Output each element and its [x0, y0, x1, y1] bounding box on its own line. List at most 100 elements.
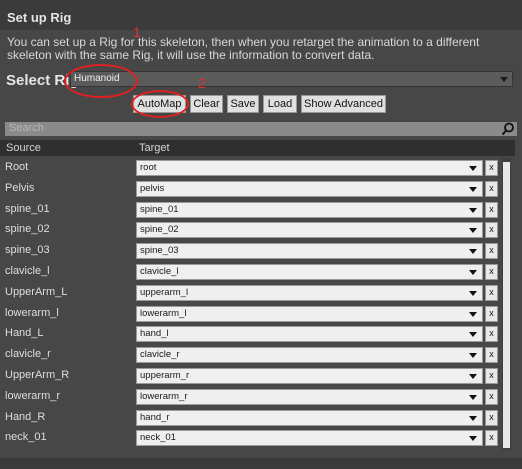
clear-mapping-button[interactable]: x	[485, 180, 498, 197]
clear-button[interactable]: Clear	[190, 95, 223, 113]
chevron-down-icon	[469, 270, 477, 275]
target-bone-dropdown[interactable]: spine_02	[136, 222, 483, 239]
clear-mapping-button[interactable]: x	[485, 305, 498, 322]
clear-mapping-button[interactable]: x	[485, 326, 498, 343]
panel-footer	[0, 458, 522, 469]
column-header: Source Target	[0, 140, 515, 156]
target-bone-dropdown[interactable]: hand_r	[136, 409, 483, 426]
source-column-header: Source	[6, 142, 41, 154]
source-bone-label: UpperArm_L	[5, 285, 68, 298]
panel-header: Set up Rig	[0, 0, 522, 30]
target-bone-value: clavicle_r	[140, 349, 180, 361]
table-row: Hand_R hand_r x	[0, 408, 522, 428]
target-bone-dropdown[interactable]: lowerarm_l	[136, 305, 483, 322]
clear-mapping-button[interactable]: x	[485, 409, 498, 426]
target-bone-value: neck_01	[140, 432, 176, 444]
clear-mapping-button[interactable]: x	[485, 264, 498, 280]
clear-mapping-button[interactable]: x	[485, 201, 498, 218]
load-button[interactable]: Load	[263, 95, 297, 113]
panel-description: You can set up a Rig for this skeleton, …	[7, 35, 480, 62]
target-bone-dropdown[interactable]: upperarm_r	[136, 368, 483, 384]
clear-mapping-button[interactable]: x	[485, 284, 498, 301]
source-bone-label: UpperArm_R	[5, 369, 70, 381]
chevron-down-icon	[469, 311, 477, 317]
table-row: UpperArm_R upperarm_r x	[0, 366, 522, 386]
clear-mapping-button[interactable]: x	[485, 222, 498, 239]
source-bone-label: Pelvis	[5, 181, 35, 194]
annotation-circle-2	[131, 90, 189, 118]
panel-title: Set up Rig	[7, 10, 72, 25]
chevron-down-icon	[469, 436, 477, 442]
target-bone-dropdown[interactable]: root	[136, 160, 483, 176]
chevron-down-icon	[500, 77, 508, 82]
target-bone-dropdown[interactable]: pelvis	[136, 180, 483, 197]
target-bone-value: spine_01	[140, 203, 179, 215]
chevron-down-icon	[469, 186, 477, 192]
annotation-label-1: 1	[133, 24, 141, 40]
chevron-down-icon	[469, 415, 477, 421]
show-advanced-button[interactable]: Show Advanced	[301, 95, 386, 113]
table-row: spine_01 spine_01 x	[0, 200, 522, 220]
source-bone-label: neck_01	[5, 431, 47, 444]
chevron-down-icon	[469, 374, 477, 379]
clear-mapping-button[interactable]: x	[485, 368, 498, 384]
chevron-down-icon	[469, 166, 477, 171]
chevron-down-icon	[469, 290, 477, 296]
table-row: Root root x	[0, 158, 522, 178]
source-bone-label: spine_01	[5, 202, 50, 215]
target-bone-value: hand_l	[140, 328, 169, 340]
target-bone-value: upperarm_r	[140, 370, 190, 381]
table-row: spine_03 spine_03 x	[0, 241, 522, 261]
table-row: neck_01 neck_01 x	[0, 428, 522, 448]
source-bone-label: lowerarm_l	[5, 306, 59, 319]
target-bone-value: lowerarm_l	[140, 307, 187, 319]
target-bone-value: lowerarm_r	[140, 390, 188, 402]
target-bone-value: spine_02	[140, 224, 179, 236]
clear-mapping-button[interactable]: x	[485, 160, 498, 176]
target-bone-dropdown[interactable]: hand_l	[136, 326, 483, 343]
chevron-down-icon	[469, 207, 477, 213]
clear-mapping-button[interactable]: x	[485, 243, 498, 260]
chevron-down-icon	[469, 332, 477, 338]
source-bone-label: Hand_L	[5, 327, 44, 340]
chevron-down-icon	[469, 249, 477, 255]
chevron-down-icon	[469, 353, 477, 359]
clear-mapping-button[interactable]: x	[485, 430, 498, 447]
save-button[interactable]: Save	[227, 95, 259, 113]
chevron-down-icon	[469, 228, 477, 234]
annotation-label-2: 2	[198, 75, 206, 91]
source-bone-label: spine_03	[5, 244, 50, 257]
clear-mapping-button[interactable]: x	[485, 388, 498, 405]
target-bone-dropdown[interactable]: clavicle_l	[136, 264, 483, 280]
scrollbar-thumb[interactable]	[503, 162, 510, 448]
target-bone-value: spine_03	[140, 245, 179, 257]
table-row: spine_02 spine_02 x	[0, 220, 522, 240]
source-bone-label: clavicle_l	[5, 265, 50, 277]
mapping-list: Root root x Pelvis pelvis x spine_01 spine_01 x s…	[0, 158, 522, 458]
source-bone-label: lowerarm_r	[5, 389, 61, 402]
target-column-header: Target	[139, 142, 170, 154]
target-bone-dropdown[interactable]: clavicle_r	[136, 347, 483, 364]
source-bone-label: Hand_R	[5, 410, 46, 423]
table-row: clavicle_l clavicle_l x	[0, 262, 522, 282]
table-row: Pelvis pelvis x	[0, 179, 522, 199]
target-bone-dropdown[interactable]: spine_03	[136, 243, 483, 260]
table-row: clavicle_r clavicle_r x	[0, 345, 522, 365]
target-bone-dropdown[interactable]: lowerarm_r	[136, 388, 483, 405]
target-bone-dropdown[interactable]: neck_01	[136, 430, 483, 447]
target-bone-value: pelvis	[140, 182, 165, 194]
table-row: Hand_L hand_l x	[0, 324, 522, 344]
target-bone-dropdown[interactable]: upperarm_l	[136, 284, 483, 301]
search-input[interactable]: Search	[5, 122, 517, 136]
target-bone-dropdown[interactable]: spine_01	[136, 201, 483, 218]
target-bone-value: root	[140, 162, 157, 173]
list-scrollbar[interactable]	[502, 158, 511, 450]
annotation-circle-1	[64, 64, 138, 98]
search-icon	[501, 122, 514, 136]
table-row: lowerarm_r lowerarm_r x	[0, 387, 522, 407]
clear-mapping-button[interactable]: x	[485, 347, 498, 364]
target-bone-value: hand_r	[140, 411, 170, 423]
source-bone-label: clavicle_r	[5, 348, 51, 361]
chevron-down-icon	[469, 394, 477, 400]
table-row: UpperArm_L upperarm_l x	[0, 283, 522, 303]
